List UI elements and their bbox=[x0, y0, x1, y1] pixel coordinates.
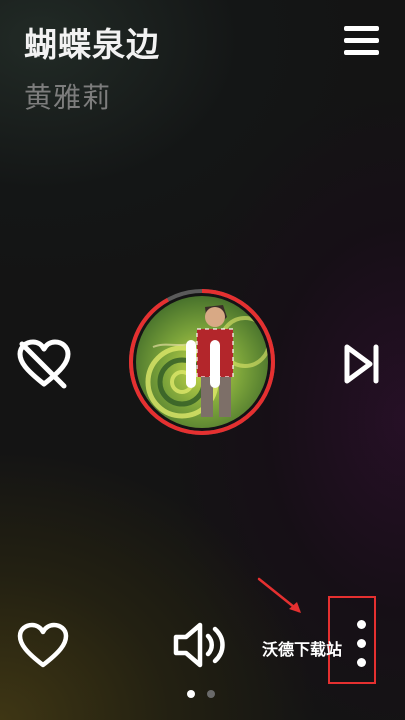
more-vertical-icon-dot bbox=[357, 658, 366, 667]
dislike-button[interactable] bbox=[16, 338, 72, 390]
annotation-arrow bbox=[257, 577, 301, 613]
page-dot-inactive[interactable] bbox=[207, 690, 215, 698]
hamburger-icon-line bbox=[344, 26, 379, 31]
more-options-button[interactable] bbox=[355, 620, 369, 670]
next-button[interactable] bbox=[342, 343, 382, 385]
skip-next-icon bbox=[344, 344, 379, 384]
pause-button[interactable] bbox=[186, 340, 222, 388]
artist-name: 黄雅莉 bbox=[24, 81, 112, 114]
pause-icon-bar bbox=[186, 340, 196, 388]
volume-icon bbox=[173, 622, 225, 668]
more-vertical-icon-dot bbox=[357, 620, 366, 629]
volume-button[interactable] bbox=[172, 620, 232, 670]
heart-icon bbox=[17, 622, 69, 668]
like-button[interactable] bbox=[17, 622, 69, 670]
more-vertical-icon-dot bbox=[357, 639, 366, 648]
page-dot-active[interactable] bbox=[187, 690, 195, 698]
hamburger-icon-line bbox=[344, 50, 379, 55]
watermark-text: 沃德下载站 bbox=[262, 640, 343, 659]
menu-button[interactable] bbox=[342, 24, 382, 60]
hamburger-icon-line bbox=[344, 38, 379, 43]
pause-icon-bar bbox=[210, 340, 220, 388]
page-indicator[interactable] bbox=[185, 690, 225, 700]
song-title: 蝴蝶泉边 bbox=[24, 25, 160, 64]
heart-slash-icon bbox=[17, 339, 71, 389]
